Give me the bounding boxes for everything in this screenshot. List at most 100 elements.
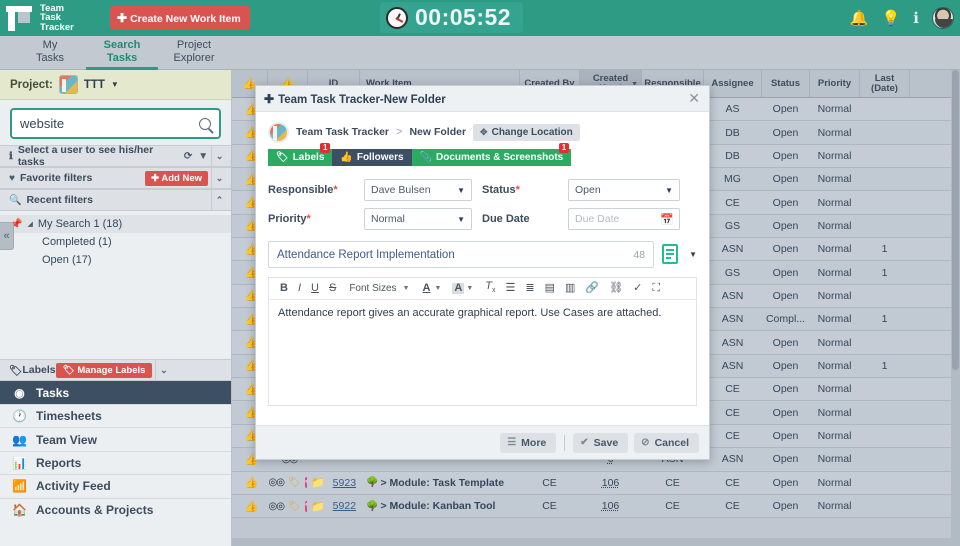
sidebar-item-activity-feed[interactable]: 📶 Activity Feed [0, 474, 231, 497]
tab-project-explorer[interactable]: Project Explorer [158, 36, 230, 70]
indent-icon[interactable]: ▥ [560, 283, 580, 294]
refresh-icon[interactable]: ⟳ [184, 151, 192, 162]
work-item-title-input[interactable]: Attendance Report Implementation 48 [268, 241, 655, 268]
change-location-button[interactable]: ✥ Change Location [473, 123, 580, 141]
column-header-last-date[interactable]: Last (Date) [860, 70, 910, 97]
chevron-down-icon[interactable]: ▼ [111, 80, 119, 89]
column-header-status[interactable]: Status [762, 70, 810, 97]
table-row[interactable]: 👍◎◎🏷✎📁5923🌳> Module: Task TemplateCE106C… [232, 471, 960, 495]
description-editor[interactable]: Attendance report gives an accurate grap… [268, 300, 697, 406]
more-button[interactable]: ☰ More [500, 432, 557, 453]
column-header-priority[interactable]: Priority [810, 70, 860, 97]
save-button[interactable]: ✔ Save [573, 432, 629, 453]
label-tag-icon[interactable]: 🏷 [288, 501, 301, 512]
triangle-collapse-icon[interactable]: ◢ [27, 220, 32, 228]
cell-id[interactable]: 📁 5922 [308, 495, 360, 517]
link-icon[interactable]: 🔗 [580, 283, 604, 294]
font-sizes-select[interactable]: Font Sizes [341, 283, 400, 294]
sidebar-item-tasks[interactable]: ◉ Tasks [0, 380, 231, 405]
status-select[interactable]: Open ▼ [568, 179, 680, 201]
favorite-filters-row[interactable]: ♥ Favorite filters ✚ Add New ⌄ [0, 167, 231, 189]
spellcheck-icon[interactable]: ✓ [628, 283, 647, 294]
italic-button[interactable]: I [293, 283, 306, 294]
thumbs-up-icon[interactable]: 👍 [245, 476, 259, 489]
tree-item-completed[interactable]: Completed (1) [0, 233, 231, 251]
cell-id[interactable]: 📁 5923 [308, 472, 360, 494]
bell-icon[interactable]: 🔔 [850, 11, 869, 26]
pill-labels[interactable]: 🏷 Labels 1 [268, 143, 333, 166]
id-link[interactable]: 5922 [333, 500, 356, 512]
recent-filters-row[interactable]: 🔍 Recent filters ⌃ [0, 189, 231, 211]
binoculars-icon[interactable]: ◎◎ [268, 477, 284, 488]
app-logo[interactable]: Team Task Tracker [0, 4, 104, 33]
sidebar-item-team-view[interactable]: 👥 Team View [0, 427, 231, 450]
table-row[interactable]: 👍◎◎🏷✎📁5922🌳> Module: Kanban ToolCE106CEC… [232, 494, 960, 519]
row-action-icons[interactable]: 👍 [232, 495, 268, 517]
binoculars-icon[interactable]: ◎◎ [268, 501, 284, 512]
chevron-down-icon-highlight[interactable]: ▼ [464, 283, 480, 294]
labels-section-row[interactable]: 🏷 Labels 🏷 Manage Labels ⌄ [0, 359, 231, 381]
tree-item-open[interactable]: Open (17) [0, 251, 231, 269]
search-box[interactable] [10, 108, 221, 139]
expand-chevron-icon[interactable]: ⌄ [211, 145, 227, 167]
pill-followers[interactable]: 👍 Followers [332, 149, 412, 166]
collapse-chevron-icon[interactable]: ⌃ [211, 189, 227, 211]
strikethrough-button[interactable]: S [324, 283, 341, 294]
expand-chevron-icon-2[interactable]: ⌄ [211, 167, 227, 189]
label-tag-icon[interactable]: 🏷 [288, 477, 301, 488]
chevron-down-icon-textcolor[interactable]: ▼ [432, 283, 448, 294]
tab-my-tasks[interactable]: My Tasks [14, 36, 86, 70]
grid-horizontal-scrollbar[interactable] [232, 538, 960, 546]
id-link[interactable]: 5923 [333, 477, 356, 489]
timer-widget[interactable]: 00:05:52 [380, 2, 524, 33]
chevron-down-icon-font[interactable]: ▼ [401, 283, 417, 294]
underline-button[interactable]: U [306, 283, 324, 294]
filter-funnel-icon[interactable]: ▼ [198, 151, 208, 162]
info-icon[interactable]: ℹ [913, 11, 919, 26]
row-secondary-icons[interactable]: ◎◎🏷✎ [268, 472, 308, 494]
add-new-filter-button[interactable]: ✚ Add New [145, 170, 208, 186]
priority-select[interactable]: Normal ▼ [364, 208, 472, 230]
due-date-input[interactable]: Due Date 📅 [568, 208, 680, 230]
create-new-work-item-button[interactable]: ✚ Create New Work Item [110, 6, 250, 30]
tree-item-my-search-1[interactable]: 📌 ◢ My Search 1 (18) [0, 215, 231, 233]
highlight-color-icon[interactable]: A [452, 283, 465, 294]
chevron-down-icon-4[interactable]: ▼ [689, 250, 697, 259]
scrollbar-thumb[interactable] [952, 70, 959, 370]
align-icon[interactable]: ▤ [540, 283, 560, 294]
lightbulb-icon[interactable]: 💡 [882, 11, 901, 26]
search-input[interactable] [20, 116, 199, 131]
close-icon[interactable]: ✕ [685, 90, 703, 107]
row-secondary-icons[interactable]: ◎◎🏷✎ [268, 495, 308, 517]
unlink-icon[interactable]: ⛓ [604, 283, 628, 294]
project-selector[interactable]: Project: TTT ▼ [0, 70, 231, 100]
sidebar-collapse-handle[interactable]: « [0, 222, 14, 250]
cancel-button[interactable]: ⊘ Cancel [634, 432, 699, 453]
clear-format-icon[interactable]: Tx [480, 280, 500, 296]
breadcrumb-root[interactable]: Team Task Tracker [296, 126, 389, 138]
thumbs-up-icon[interactable]: 👍 [245, 500, 259, 513]
template-note-icon[interactable] [662, 243, 682, 266]
cell-work-item[interactable]: 🌳 > Module: Kanban Tool [360, 495, 520, 517]
expand-chevron-icon-3[interactable]: ⌄ [155, 359, 171, 381]
text-color-icon[interactable]: A [417, 283, 433, 294]
pill-documents-screenshots[interactable]: 📎 Documents & Screenshots 1 [411, 143, 572, 166]
created-ago-link[interactable]: 106 [602, 477, 620, 489]
bold-button[interactable]: B [275, 283, 293, 294]
select-user-row[interactable]: ℹ Select a user to see his/her tasks ⟳ ▼… [0, 144, 231, 168]
bullet-list-icon[interactable]: ☰ [501, 283, 521, 294]
avatar[interactable] [932, 7, 954, 29]
sidebar-item-reports[interactable]: 📊 Reports [0, 450, 231, 474]
grid-vertical-scrollbar[interactable] [951, 70, 960, 546]
sidebar-item-timesheets[interactable]: 🕐 Timesheets [0, 404, 231, 427]
row-action-icons[interactable]: 👍 [232, 472, 268, 494]
fullscreen-icon[interactable]: ⛶ [647, 283, 665, 294]
cell-work-item[interactable]: 🌳 > Module: Task Template [360, 472, 520, 494]
responsible-select[interactable]: Dave Bulsen ▼ [364, 179, 472, 201]
column-header-assignee[interactable]: Assignee [704, 70, 762, 97]
numbered-list-icon[interactable]: ≣ [520, 283, 539, 294]
tab-search-tasks[interactable]: Search Tasks [86, 36, 158, 70]
search-icon[interactable] [199, 117, 211, 130]
calendar-icon[interactable]: 📅 [660, 213, 674, 226]
manage-labels-button[interactable]: 🏷 Manage Labels [55, 362, 153, 378]
